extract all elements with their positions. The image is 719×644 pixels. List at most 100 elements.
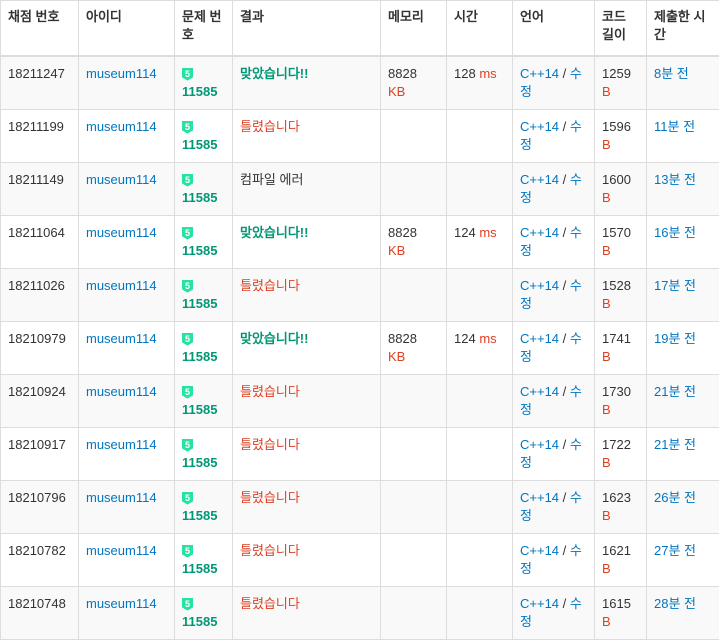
tier-badge-icon: 5	[182, 279, 193, 293]
memory-cell: 8828 KB	[380, 320, 447, 375]
table-row: 18211199 museum114 5 11585 틀렸습니다 C++14 /…	[0, 108, 719, 163]
problem-cell: 5 11585	[174, 267, 233, 322]
problem-link[interactable]: 11585	[182, 454, 225, 472]
code-length-cell: 1741 B	[594, 320, 647, 375]
table-row: 18210924 museum114 5 11585 틀렸습니다 C++14 /…	[0, 373, 719, 428]
problem-link[interactable]: 11585	[182, 560, 225, 578]
time-cell	[446, 161, 513, 216]
submitted-time-link[interactable]: 19분 전	[654, 331, 696, 346]
language-link[interactable]: C++14	[520, 384, 559, 399]
problem-link[interactable]: 11585	[182, 83, 225, 101]
user-link[interactable]: museum114	[86, 384, 157, 399]
language-link[interactable]: C++14	[520, 119, 559, 134]
language-link[interactable]: C++14	[520, 172, 559, 187]
code-length-cell: 1259 B	[594, 55, 647, 110]
submitted-time-link[interactable]: 28분 전	[654, 596, 696, 611]
code-length-value: 1623	[602, 489, 631, 505]
problem-cell: 5 11585	[174, 320, 233, 375]
user-link[interactable]: museum114	[86, 225, 157, 240]
result-cell: 틀렸습니다	[232, 585, 381, 640]
problem-cell: 5 11585	[174, 426, 233, 481]
submitted-time-cell: 19분 전	[646, 320, 719, 375]
edit-separator: /	[562, 65, 567, 81]
memory-cell	[380, 267, 447, 322]
user-link[interactable]: museum114	[86, 172, 157, 187]
table-row: 18211247 museum114 5 11585 맞았습니다!! 8828 K…	[0, 55, 719, 110]
language-link[interactable]: C++14	[520, 437, 559, 452]
submitted-time-link[interactable]: 17분 전	[654, 278, 696, 293]
user-link[interactable]: museum114	[86, 331, 157, 346]
memory-value: 8828	[388, 65, 417, 81]
time-cell: 128 ms	[446, 55, 513, 110]
time-value: 128	[454, 65, 476, 81]
result-text: 틀렸습니다	[240, 436, 300, 452]
user-link[interactable]: museum114	[86, 278, 157, 293]
code-length-unit: B	[602, 83, 611, 99]
problem-link[interactable]: 11585	[182, 242, 225, 260]
result-text: 틀렸습니다	[240, 542, 300, 558]
code-length-value: 1570	[602, 224, 631, 240]
language-cell: C++14 / 수정	[512, 479, 595, 534]
time-cell	[446, 426, 513, 481]
table-row: 18210917 museum114 5 11585 틀렸습니다 C++14 /…	[0, 426, 719, 481]
header-time: 시간	[446, 0, 513, 57]
tier-badge-icon: 5	[182, 226, 193, 240]
result-text: 틀렸습니다	[240, 277, 300, 293]
language-link[interactable]: C++14	[520, 490, 559, 505]
submission-id-text: 18210782	[8, 542, 66, 558]
submission-id-text: 18211247	[8, 65, 65, 81]
language-cell: C++14 / 수정	[512, 373, 595, 428]
problem-link[interactable]: 11585	[182, 613, 225, 631]
language-link[interactable]: C++14	[520, 278, 559, 293]
problem-link[interactable]: 11585	[182, 348, 225, 366]
memory-unit: KB	[388, 83, 406, 99]
submitted-time-link[interactable]: 16분 전	[654, 225, 696, 240]
problem-link[interactable]: 11585	[182, 136, 225, 154]
problem-link[interactable]: 11585	[182, 295, 225, 313]
edit-separator: /	[562, 171, 567, 187]
user-link[interactable]: museum114	[86, 437, 157, 452]
submitted-time-cell: 26분 전	[646, 479, 719, 534]
problem-link[interactable]: 11585	[182, 507, 225, 525]
code-length-value: 1621	[602, 542, 631, 558]
problem-link[interactable]: 11585	[182, 189, 225, 207]
tier-badge-icon: 5	[182, 491, 193, 505]
submitted-time-link[interactable]: 8분 전	[654, 66, 689, 81]
time-cell	[446, 373, 513, 428]
user-cell: museum114	[78, 320, 175, 375]
submitted-time-cell: 28분 전	[646, 585, 719, 640]
language-link[interactable]: C++14	[520, 596, 559, 611]
user-link[interactable]: museum114	[86, 66, 157, 81]
language-cell: C++14 / 수정	[512, 532, 595, 587]
submitted-time-link[interactable]: 21분 전	[654, 437, 696, 452]
result-cell: 맞았습니다!!	[232, 214, 381, 269]
language-link[interactable]: C++14	[520, 543, 559, 558]
user-link[interactable]: museum114	[86, 543, 157, 558]
language-link[interactable]: C++14	[520, 66, 559, 81]
language-link[interactable]: C++14	[520, 331, 559, 346]
result-text: 맞았습니다!!	[240, 224, 309, 240]
submitted-time-cell: 16분 전	[646, 214, 719, 269]
language-cell: C++14 / 수정	[512, 426, 595, 481]
submission-id: 18211149	[0, 161, 79, 216]
code-length-value: 1259	[602, 65, 631, 81]
user-link[interactable]: museum114	[86, 119, 157, 134]
edit-separator: /	[562, 542, 567, 558]
code-length-value: 1600	[602, 171, 631, 187]
user-link[interactable]: museum114	[86, 490, 157, 505]
submitted-time-cell: 27분 전	[646, 532, 719, 587]
code-length-value: 1528	[602, 277, 631, 293]
problem-link[interactable]: 11585	[182, 401, 225, 419]
language-link[interactable]: C++14	[520, 225, 559, 240]
submission-id-text: 18210748	[8, 595, 66, 611]
user-link[interactable]: museum114	[86, 596, 157, 611]
submitted-time-link[interactable]: 11분 전	[654, 119, 695, 134]
user-cell: museum114	[78, 214, 175, 269]
submission-id: 18210917	[0, 426, 79, 481]
submitted-time-link[interactable]: 21분 전	[654, 384, 696, 399]
tier-badge-icon: 5	[182, 173, 193, 187]
submitted-time-link[interactable]: 26분 전	[654, 490, 696, 505]
code-length-unit: B	[602, 560, 611, 576]
submitted-time-link[interactable]: 27분 전	[654, 543, 696, 558]
submitted-time-link[interactable]: 13분 전	[654, 172, 696, 187]
